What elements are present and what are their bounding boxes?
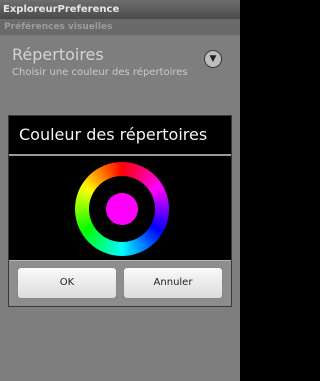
preference-screen: Préférences visuelles Répertoires Choisi… bbox=[0, 19, 240, 381]
preference-item-directories[interactable]: Répertoires Choisir une couleur des répe… bbox=[0, 35, 240, 95]
category-header: Préférences visuelles bbox=[0, 19, 240, 35]
selected-color-swatch[interactable] bbox=[106, 193, 138, 225]
preference-title: Répertoires bbox=[12, 45, 104, 64]
chevron-down-icon[interactable]: ▼ bbox=[204, 50, 222, 68]
color-picker-dialog: Couleur des répertoires OK Annuler bbox=[8, 115, 232, 307]
ok-button[interactable]: OK bbox=[17, 267, 117, 299]
app-title: ExploreurPreference bbox=[3, 4, 120, 15]
cancel-button[interactable]: Annuler bbox=[123, 267, 223, 299]
app-title-bar: ExploreurPreference bbox=[0, 0, 240, 19]
dialog-title: Couleur des répertoires bbox=[19, 125, 208, 144]
dialog-divider bbox=[9, 154, 231, 156]
dialog-button-bar: OK Annuler bbox=[9, 260, 231, 306]
color-wheel[interactable] bbox=[73, 160, 171, 258]
preference-summary: Choisir une couleur des répertoires bbox=[12, 67, 188, 78]
